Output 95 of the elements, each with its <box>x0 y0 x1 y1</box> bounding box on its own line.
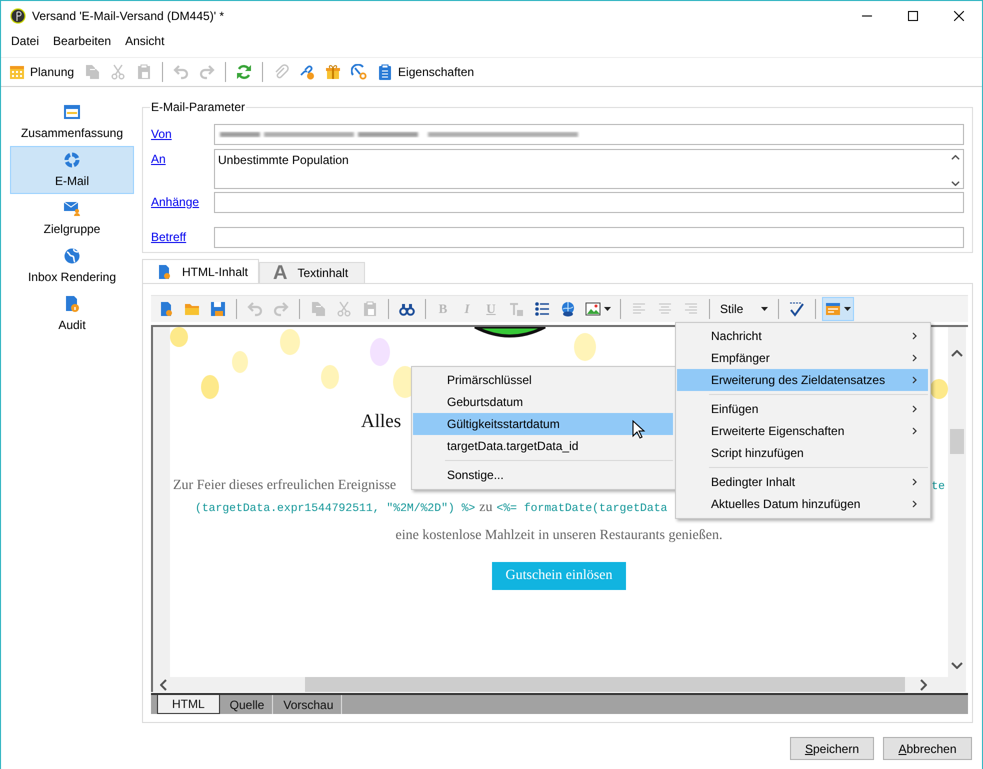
menu-item[interactable]: Ansicht <box>118 34 172 48</box>
calendar-button[interactable]: Planung <box>5 61 78 83</box>
chevron-right-icon <box>912 405 918 413</box>
tab[interactable]: A Textinhalt <box>259 262 366 283</box>
binoculars-icon[interactable] <box>399 301 415 317</box>
save-button[interactable]: Speichern <box>790 737 874 760</box>
save-icon[interactable] <box>210 301 226 317</box>
email-heading: Alles <box>361 411 402 433</box>
menu-item[interactable]: targetData.targetData_id <box>413 435 673 457</box>
tab[interactable]: HTML-Inhalt <box>142 259 260 283</box>
menu-item[interactable]: Aktuelles Datum hinzufügen <box>677 493 928 515</box>
folder-icon[interactable] <box>184 301 200 317</box>
email-text: eine kostenlose Mahlzeit in unseren Restaurants genießen. <box>396 528 722 544</box>
link-icon[interactable] <box>299 64 316 80</box>
scroll-up-icon[interactable] <box>951 155 960 160</box>
scroll-down-icon[interactable] <box>951 181 960 186</box>
style-dropdown[interactable]: Stile <box>716 299 772 319</box>
caret-icon <box>761 307 768 311</box>
menu-item[interactable]: Primärschlüssel <box>413 369 673 391</box>
scrollbar-thumb[interactable] <box>305 677 905 692</box>
menu-item[interactable]: Script hinzufügen <box>677 442 928 464</box>
sidebar-item[interactable]: Inbox Rendering <box>10 242 134 290</box>
gift-icon[interactable] <box>325 64 342 80</box>
envelope-person-icon <box>63 199 81 217</box>
sidebar-item[interactable]: Zusammenfassung <box>10 98 134 146</box>
template-code: (targetData.expr1544792511, "%2M/%2D") %> <box>195 503 476 515</box>
sidebar-item[interactable]: E-Mail <box>10 146 134 194</box>
menu-item[interactable]: Einfügen <box>677 398 928 420</box>
personalization-dropdown-button[interactable] <box>822 297 854 321</box>
chevron-right-icon <box>912 332 918 340</box>
menu-item[interactable]: Sonstige... <box>413 464 673 486</box>
template-code: <%= formatDate(targetData <box>496 503 668 515</box>
spellcheck-icon[interactable] <box>789 301 806 317</box>
new-document-icon[interactable] <box>158 301 174 317</box>
menu-item[interactable]: Bedingter Inhalt <box>677 471 928 493</box>
menu-item[interactable]: Bearbeiten <box>46 34 118 48</box>
close-icon[interactable] <box>954 11 964 21</box>
email-text: Zur Feier dieses erfreulichen Ereignisse <box>173 478 396 494</box>
menu-item[interactable]: Datei <box>4 34 46 48</box>
caret-icon <box>604 307 611 311</box>
vertical-scrollbar[interactable] <box>948 327 966 677</box>
chevron-right-icon <box>912 478 918 486</box>
cancel-button[interactable]: Abbrechen <box>883 737 972 760</box>
maximize-icon[interactable] <box>908 11 918 21</box>
tab[interactable]: Vorschau <box>275 695 342 714</box>
window-icon <box>63 103 81 121</box>
document-icon <box>63 295 81 313</box>
menu-item[interactable]: Empfänger <box>677 347 928 369</box>
app-logo-icon <box>10 8 26 24</box>
clipboard-button[interactable]: Eigenschaften <box>373 61 478 83</box>
menu-item[interactable]: Geburtsdatum <box>413 391 673 413</box>
chevron-right-icon <box>912 427 918 435</box>
lifebuoy-icon <box>63 151 81 169</box>
chevron-right-icon <box>912 500 918 508</box>
bullet-list-icon[interactable] <box>534 301 550 317</box>
menu-item[interactable]: Erweiterte Eigenschaften <box>677 420 928 442</box>
refresh-icon[interactable] <box>236 64 252 80</box>
menu-item[interactable]: Erweiterung des Zieldatensatzes <box>677 369 928 391</box>
window-title: Versand 'E-Mail-Versand (DM445)' * <box>32 9 225 23</box>
template-icon <box>825 301 842 317</box>
horizontal-scrollbar[interactable] <box>153 677 966 692</box>
mouse-pointer-icon <box>632 420 646 440</box>
calendar-icon <box>9 64 25 80</box>
chevron-right-icon <box>912 376 918 384</box>
email-text: zu <box>479 500 492 516</box>
sidebar-item[interactable]: Audit <box>10 290 134 338</box>
recipient-field[interactable]: Unbestimmte Population <box>214 149 964 189</box>
sidebar-item[interactable]: Zielgruppe <box>10 194 134 242</box>
tab[interactable]: Quelle <box>222 695 274 714</box>
group-title: E-Mail-Parameter <box>150 100 246 114</box>
tab[interactable]: HTML <box>157 695 220 714</box>
template-code: te <box>931 481 945 493</box>
document-icon <box>156 264 172 280</box>
clipboard-icon <box>377 64 394 80</box>
attachments-field[interactable] <box>214 192 964 213</box>
sender-field[interactable] <box>214 124 964 145</box>
field-label-link[interactable]: Anhänge <box>151 192 200 209</box>
scroll-left-icon[interactable] <box>160 678 167 690</box>
image-icon <box>585 301 601 317</box>
menu-item[interactable]: Gültigkeitsstartdatum <box>413 413 673 435</box>
subject-field[interactable] <box>214 227 964 248</box>
menu-item[interactable]: Nachricht <box>677 325 928 347</box>
letter-icon: A <box>273 262 288 284</box>
field-label-link[interactable]: Betreff <box>151 227 186 244</box>
scroll-down-icon[interactable] <box>951 662 963 669</box>
caret-icon <box>844 307 852 311</box>
globe-icon <box>63 247 81 265</box>
gauge-icon[interactable] <box>351 64 368 80</box>
scroll-up-icon[interactable] <box>951 350 963 357</box>
globe-icon[interactable] <box>560 301 576 317</box>
field-label-link[interactable]: Von <box>151 124 172 141</box>
field-label-link[interactable]: An <box>151 149 166 166</box>
scrollbar-thumb[interactable] <box>950 429 964 454</box>
scroll-right-icon[interactable] <box>920 678 927 690</box>
chevron-right-icon <box>912 354 918 362</box>
